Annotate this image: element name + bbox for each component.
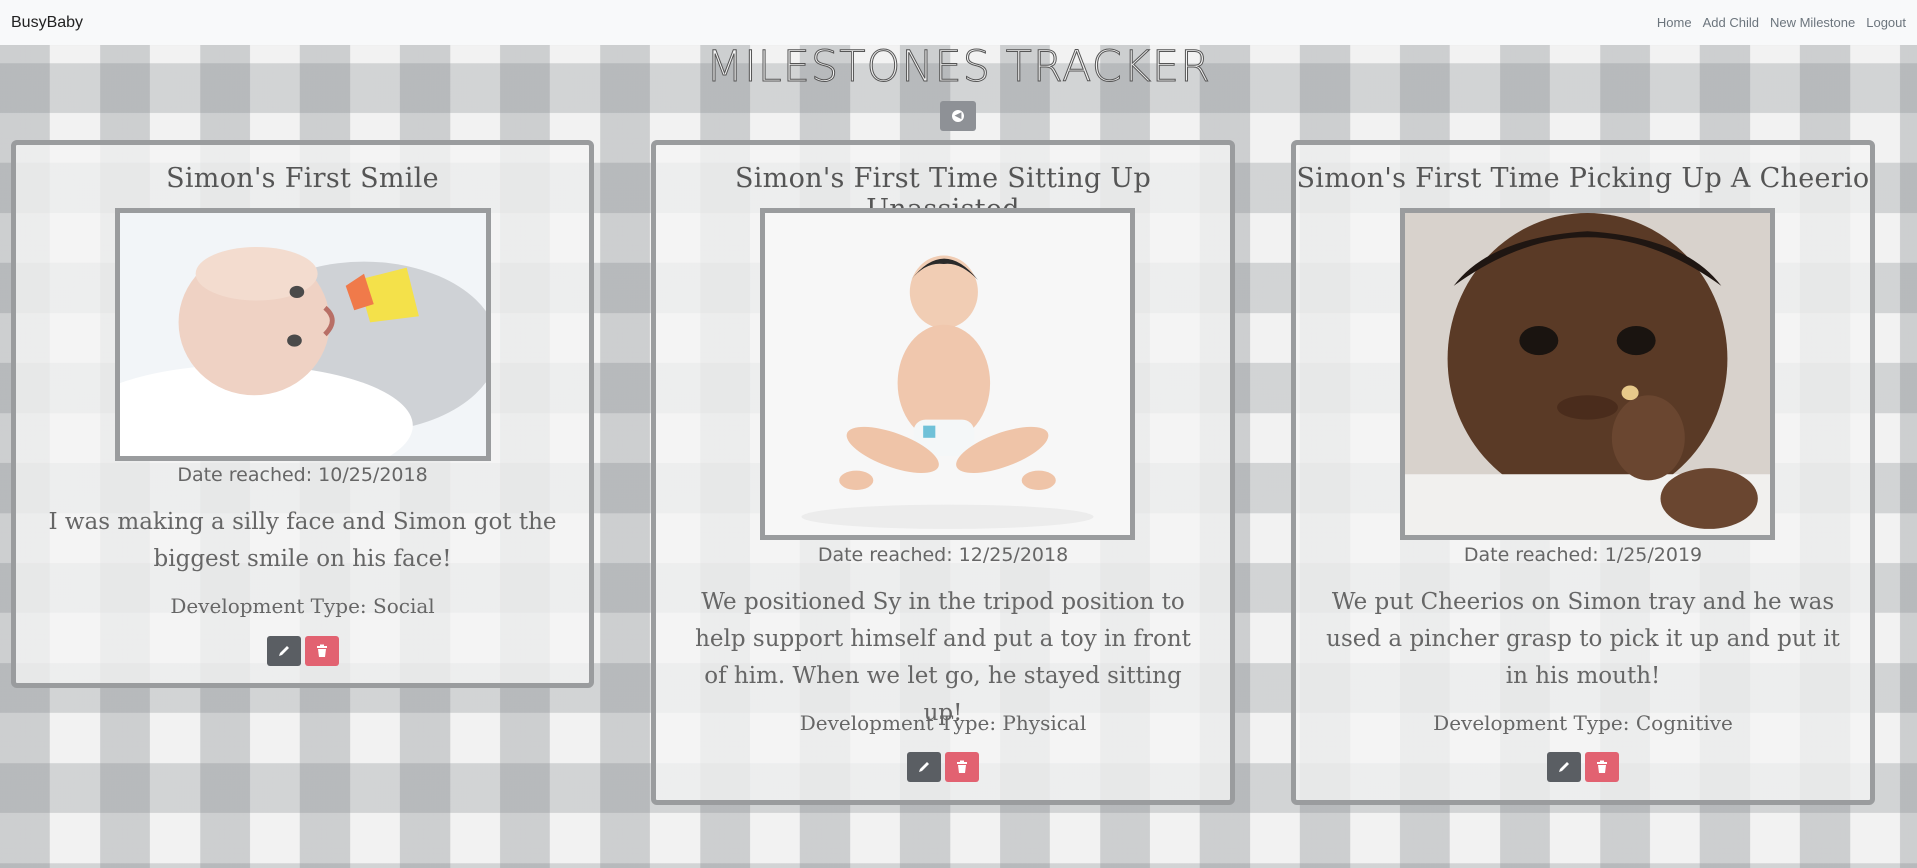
milestone-actions	[1296, 752, 1870, 782]
edit-button[interactable]	[907, 752, 941, 782]
milestone-title: Simon's First Time Picking Up A Cheerio	[1296, 163, 1870, 194]
arrow-circle-left-icon: ◀	[952, 110, 964, 122]
milestone-dev-type: Development Type: Physical	[799, 711, 1087, 735]
back-button[interactable]: ◀	[940, 101, 976, 131]
brand-link[interactable]: BusyBaby	[11, 14, 83, 32]
milestone-dev-type: Development Type: Social	[170, 594, 435, 618]
trash-icon	[316, 644, 327, 657]
milestone-date: Date reached: 10/25/2018	[177, 464, 428, 486]
delete-button[interactable]	[304, 636, 339, 666]
baby-smile-image	[120, 213, 486, 456]
delete-button[interactable]	[1585, 752, 1619, 782]
nav-logout[interactable]: Logout	[1866, 15, 1906, 30]
navbar: BusyBaby Home Add Child New Milestone Lo…	[0, 0, 1917, 45]
milestone-description: We put Cheerios on Simon tray and he was…	[1326, 589, 1840, 689]
milestone-photo	[760, 208, 1135, 540]
milestone-actions	[656, 752, 1230, 782]
milestone-photo	[115, 208, 491, 461]
milestone-card: Simon's First Time Sitting Up Unassisted…	[651, 140, 1235, 805]
pencil-icon	[1559, 762, 1569, 772]
milestone-date: Date reached: 1/25/2019	[1463, 544, 1703, 566]
pencil-icon	[919, 762, 929, 772]
nav-home[interactable]: Home	[1657, 15, 1692, 30]
delete-button[interactable]	[945, 752, 979, 782]
nav-links: Home Add Child New Milestone Logout	[1646, 15, 1906, 30]
page-title: MILESTONES TRACKER	[706, 42, 1211, 93]
milestone-title: Simon's First Smile	[166, 163, 439, 194]
milestone-description: I was making a silly face and Simon got …	[48, 509, 557, 572]
milestone-card: Simon's First Smile Date reached: 10/25/…	[11, 140, 594, 688]
edit-button[interactable]	[266, 636, 301, 666]
baby-cheerio-image	[1405, 213, 1770, 535]
baby-sitting-image	[765, 213, 1130, 535]
trash-icon	[957, 760, 967, 773]
pencil-icon	[278, 646, 289, 656]
milestone-description: We positioned Sy in the tripod position …	[695, 589, 1191, 726]
milestone-dev-type: Development Type: Cognitive	[1433, 711, 1733, 735]
milestone-actions	[16, 636, 589, 666]
milestone-photo	[1400, 208, 1775, 540]
milestone-card: Simon's First Time Picking Up A Cheerio …	[1291, 140, 1875, 805]
nav-new-milestone[interactable]: New Milestone	[1770, 15, 1855, 30]
edit-button[interactable]	[1547, 752, 1581, 782]
milestone-date: Date reached: 12/25/2018	[817, 544, 1069, 566]
trash-icon	[1597, 760, 1607, 773]
nav-add-child[interactable]: Add Child	[1703, 15, 1759, 30]
